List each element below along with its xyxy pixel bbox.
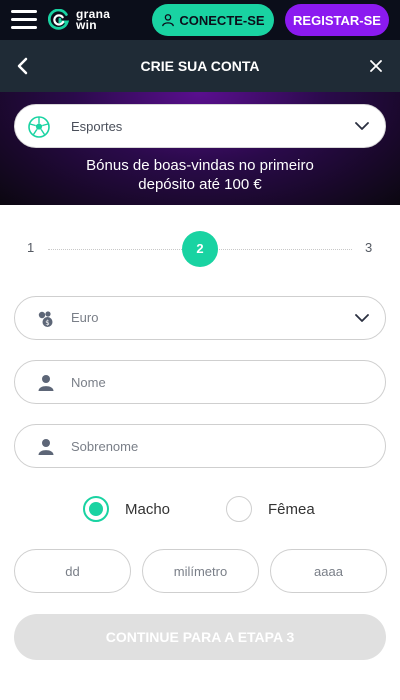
name-field[interactable] bbox=[14, 360, 386, 404]
sport-select[interactable]: Esportes bbox=[14, 104, 386, 148]
birth-day-field[interactable] bbox=[14, 549, 131, 593]
coins-icon: $ bbox=[38, 311, 53, 327]
user-icon bbox=[162, 14, 175, 27]
person-icon bbox=[38, 439, 54, 455]
title-bar: CRIE SUA CONTA bbox=[0, 40, 400, 92]
chevron-down-icon bbox=[355, 314, 369, 322]
step-1: 1 bbox=[27, 240, 35, 255]
gender-female-label: Fêmea bbox=[268, 500, 315, 518]
logo-line2: win bbox=[76, 18, 97, 32]
logo-icon bbox=[48, 9, 70, 30]
connect-button[interactable]: CONECTE-SE bbox=[152, 4, 274, 36]
gender-male-radio[interactable]: Macho bbox=[83, 496, 170, 522]
top-header: grana win CONECTE-SE REGISTAR-SE bbox=[0, 0, 400, 40]
chevron-left-icon[interactable] bbox=[14, 56, 32, 76]
bonus-line2: depósito até 100 € bbox=[138, 176, 262, 193]
logo[interactable]: grana win bbox=[48, 7, 110, 33]
continue-button[interactable]: CONTINUE PARA A ETAPA 3 bbox=[14, 614, 386, 660]
step-3: 3 bbox=[365, 240, 373, 255]
birth-year-input[interactable] bbox=[271, 550, 386, 592]
bonus-banner: Esportes Bónus de boas-vindas no primeir… bbox=[0, 92, 400, 205]
close-icon[interactable] bbox=[368, 58, 384, 74]
radio-selected[interactable] bbox=[83, 496, 109, 522]
radio-unselected[interactable] bbox=[226, 496, 252, 522]
bonus-line1: Bónus de boas-vindas no primeiro bbox=[86, 157, 314, 174]
surname-field[interactable] bbox=[14, 424, 386, 468]
currency-value: Euro bbox=[71, 310, 99, 325]
currency-select[interactable]: $ Euro bbox=[14, 296, 386, 340]
surname-input[interactable] bbox=[71, 425, 371, 467]
birth-year-field[interactable] bbox=[270, 549, 387, 593]
birth-day-input[interactable] bbox=[15, 550, 130, 592]
name-input[interactable] bbox=[71, 361, 371, 403]
step-2-active: 2 bbox=[182, 231, 218, 267]
hamburger-icon[interactable] bbox=[11, 10, 37, 30]
bonus-text: Bónus de boas-vindas no primeiro depósit… bbox=[0, 156, 400, 194]
gender-male-label: Macho bbox=[125, 500, 171, 518]
sport-select-value: Esportes bbox=[71, 119, 123, 134]
chevron-down-icon bbox=[355, 122, 369, 130]
svg-text:$: $ bbox=[45, 319, 49, 327]
person-icon bbox=[38, 375, 54, 391]
register-label: REGISTAR-SE bbox=[293, 12, 381, 28]
soccer-ball-icon bbox=[28, 116, 50, 138]
page-title: CRIE SUA CONTA bbox=[140, 58, 260, 74]
birth-month-input[interactable] bbox=[143, 550, 258, 592]
register-button[interactable]: REGISTAR-SE bbox=[285, 4, 389, 36]
logo-text: grana win bbox=[76, 8, 110, 32]
connect-label: CONECTE-SE bbox=[179, 12, 265, 28]
step-indicator: 1 2 3 bbox=[0, 230, 400, 268]
birth-month-field[interactable] bbox=[142, 549, 259, 593]
gender-female-radio[interactable]: Fêmea bbox=[226, 496, 315, 522]
